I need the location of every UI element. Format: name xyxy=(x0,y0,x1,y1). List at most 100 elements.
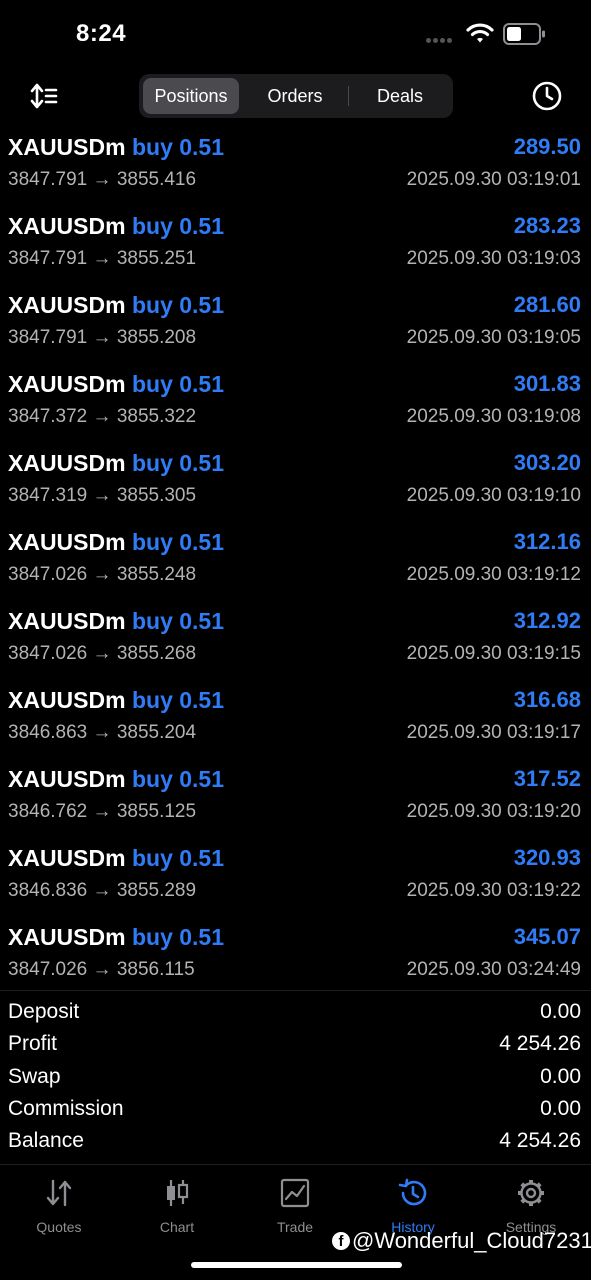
close-price: 3856.115 xyxy=(116,959,195,980)
arrow-right-icon: → xyxy=(92,880,117,901)
position-row[interactable]: XAUUSDm buy 0.51 289.50 3847.791 → 3855.… xyxy=(0,131,591,210)
sort-icon[interactable] xyxy=(28,82,60,110)
position-title: XAUUSDm buy 0.51 xyxy=(8,371,224,398)
position-title: XAUUSDm buy 0.51 xyxy=(8,450,224,477)
position-prices: 3847.791 → 3855.251 xyxy=(8,248,196,270)
close-price: 3855.416 xyxy=(116,169,197,190)
arrow-right-icon: → xyxy=(92,248,117,269)
summary-value: 4 254.26 xyxy=(499,1129,581,1153)
open-price: 3847.026 xyxy=(8,959,88,980)
quotes-arrows-icon xyxy=(46,1179,72,1207)
open-price: 3847.026 xyxy=(8,643,88,664)
history-segmented-control: Positions Orders Deals xyxy=(139,74,453,118)
summary-value: 4 254.26 xyxy=(499,1032,581,1056)
arrow-right-icon: → xyxy=(92,801,117,822)
open-price: 3847.026 xyxy=(8,564,88,585)
summary-label: Deposit xyxy=(8,1000,80,1023)
position-side-volume: buy 0.51 xyxy=(131,371,225,397)
position-profit: 312.16 xyxy=(513,529,581,554)
close-price: 3855.322 xyxy=(116,406,197,427)
summary-label: Profit xyxy=(8,1032,58,1056)
arrow-right-icon: → xyxy=(92,406,117,427)
position-profit: 345.07 xyxy=(513,924,581,949)
close-price: 3855.125 xyxy=(116,801,197,822)
open-price: 3847.791 xyxy=(8,248,88,269)
position-symbol: XAUUSDm xyxy=(8,292,126,318)
position-title: XAUUSDm buy 0.51 xyxy=(8,766,224,793)
tab-history[interactable]: History xyxy=(354,1177,472,1235)
position-time: 2025.09.30 03:19:15 xyxy=(406,643,581,664)
clock-icon[interactable] xyxy=(531,80,563,112)
position-time: 2025.09.30 03:19:05 xyxy=(406,327,581,348)
position-prices: 3847.026 → 3855.248 xyxy=(8,564,196,586)
arrow-right-icon: → xyxy=(92,327,117,348)
facebook-icon: f xyxy=(332,1232,350,1250)
arrow-right-icon: → xyxy=(92,959,117,980)
position-row[interactable]: XAUUSDm buy 0.51 320.93 3846.836 → 3855.… xyxy=(0,842,591,921)
tab-settings[interactable]: Settings xyxy=(472,1177,590,1235)
battery-icon xyxy=(503,23,545,45)
position-time: 2025.09.30 03:19:12 xyxy=(406,564,581,585)
position-row[interactable]: XAUUSDm buy 0.51 312.16 3847.026 → 3855.… xyxy=(0,526,591,605)
position-side-volume: buy 0.51 xyxy=(131,924,225,950)
position-symbol: XAUUSDm xyxy=(8,845,126,871)
close-price: 3855.289 xyxy=(116,880,197,901)
position-row[interactable]: XAUUSDm buy 0.51 316.68 3846.863 → 3855.… xyxy=(0,684,591,763)
position-prices: 3847.319 → 3855.305 xyxy=(8,485,196,507)
position-side-volume: buy 0.51 xyxy=(131,687,225,713)
open-price: 3846.863 xyxy=(8,722,88,743)
position-prices: 3846.836 → 3855.289 xyxy=(8,880,196,902)
position-profit: 301.83 xyxy=(513,371,581,396)
summary-row-profit: Profit 4 254.26 xyxy=(0,1030,591,1062)
position-symbol: XAUUSDm xyxy=(8,134,126,160)
position-title: XAUUSDm buy 0.51 xyxy=(8,687,224,714)
position-time: 2025.09.30 03:19:20 xyxy=(406,801,581,822)
position-symbol: XAUUSDm xyxy=(8,608,126,634)
arrow-right-icon: → xyxy=(92,169,117,190)
summary-row-balance: Balance 4 254.26 xyxy=(0,1127,591,1159)
position-row[interactable]: XAUUSDm buy 0.51 312.92 3847.026 → 3855.… xyxy=(0,605,591,684)
position-symbol: XAUUSDm xyxy=(8,924,126,950)
position-profit: 316.68 xyxy=(513,687,581,712)
tab-trade[interactable]: Trade xyxy=(236,1177,354,1235)
open-price: 3847.372 xyxy=(8,406,88,427)
position-row[interactable]: XAUUSDm buy 0.51 283.23 3847.791 → 3855.… xyxy=(0,210,591,289)
gear-icon xyxy=(518,1180,544,1206)
position-prices: 3847.026 → 3855.268 xyxy=(8,643,196,665)
close-price: 3855.248 xyxy=(116,564,197,585)
history-icon xyxy=(398,1178,427,1206)
open-price: 3847.791 xyxy=(8,327,88,348)
open-price: 3847.791 xyxy=(8,169,88,190)
wifi-icon xyxy=(466,23,494,43)
position-prices: 3847.026 → 3856.115 xyxy=(8,959,195,981)
arrow-right-icon: → xyxy=(92,643,117,664)
summary-divider xyxy=(0,990,591,991)
position-side-volume: buy 0.51 xyxy=(131,213,225,239)
close-price: 3855.251 xyxy=(116,248,197,269)
history-toolbar: Positions Orders Deals xyxy=(0,72,591,120)
watermark: f @Wonderful_Cloud7231 xyxy=(332,1228,591,1254)
position-row[interactable]: XAUUSDm buy 0.51 303.20 3847.319 → 3855.… xyxy=(0,447,591,526)
summary-value: 0.00 xyxy=(540,1064,581,1088)
position-symbol: XAUUSDm xyxy=(8,529,126,555)
arrow-right-icon: → xyxy=(92,485,117,506)
tab-deals[interactable]: Deals xyxy=(351,78,449,114)
position-side-volume: buy 0.51 xyxy=(131,134,225,160)
position-row[interactable]: XAUUSDm buy 0.51 345.07 3847.026 → 3856.… xyxy=(0,921,591,1000)
position-prices: 3847.791 → 3855.416 xyxy=(8,169,196,191)
tab-positions[interactable]: Positions xyxy=(143,78,239,114)
position-time: 2025.09.30 03:19:10 xyxy=(406,485,581,506)
trade-chart-icon xyxy=(280,1178,310,1208)
tab-chart[interactable]: Chart xyxy=(118,1177,236,1235)
tab-orders[interactable]: Orders xyxy=(243,78,347,114)
position-row[interactable]: XAUUSDm buy 0.51 301.83 3847.372 → 3855.… xyxy=(0,368,591,447)
open-price: 3846.836 xyxy=(8,880,88,901)
position-symbol: XAUUSDm xyxy=(8,371,126,397)
position-time: 2025.09.30 03:19:03 xyxy=(406,248,581,269)
close-price: 3855.208 xyxy=(116,327,197,348)
position-prices: 3846.762 → 3855.125 xyxy=(8,801,196,823)
position-row[interactable]: XAUUSDm buy 0.51 281.60 3847.791 → 3855.… xyxy=(0,289,591,368)
position-row[interactable]: XAUUSDm buy 0.51 317.52 3846.762 → 3855.… xyxy=(0,763,591,842)
tab-quotes[interactable]: Quotes xyxy=(0,1177,118,1235)
position-profit: 312.92 xyxy=(513,608,581,633)
